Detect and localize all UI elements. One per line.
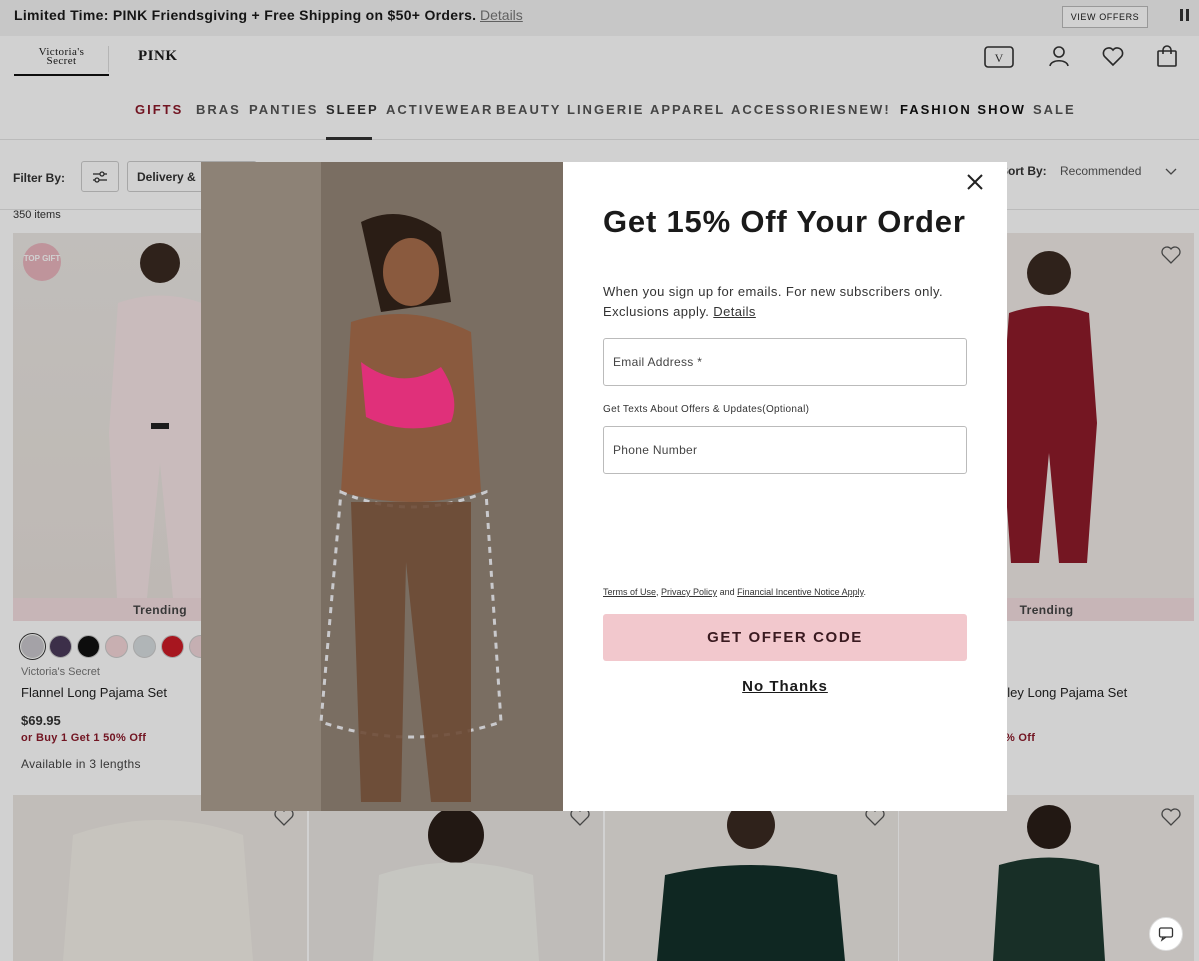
chat-button[interactable] bbox=[1149, 917, 1183, 951]
financial-incentive-link[interactable]: Financial Incentive Notice Apply bbox=[737, 587, 863, 597]
legal-links: Terms of Use, Privacy Policy and Financi… bbox=[603, 587, 867, 597]
model-photo-illustration bbox=[201, 162, 563, 811]
phone-field[interactable]: Phone Number bbox=[603, 426, 967, 474]
modal-subtitle-text: When you sign up for emails. For new sub… bbox=[603, 284, 943, 319]
email-signup-modal: Get 15% Off Your Order When you sign up … bbox=[201, 162, 1007, 811]
modal-details-link[interactable]: Details bbox=[713, 304, 756, 319]
privacy-policy-link[interactable]: Privacy Policy bbox=[661, 587, 717, 597]
modal-title: Get 15% Off Your Order bbox=[603, 204, 966, 239]
modal-subtitle: When you sign up for emails. For new sub… bbox=[603, 282, 967, 322]
get-offer-code-button[interactable]: GET OFFER CODE bbox=[603, 614, 967, 661]
close-icon[interactable] bbox=[963, 170, 987, 194]
legal-and: and bbox=[719, 587, 735, 597]
modal-form: Get 15% Off Your Order When you sign up … bbox=[603, 162, 967, 811]
chat-icon bbox=[1158, 927, 1174, 942]
texts-label: Get Texts About Offers & Updates(Optiona… bbox=[603, 404, 810, 415]
modal-promo-image bbox=[201, 162, 563, 811]
email-field[interactable]: Email Address * bbox=[603, 338, 967, 386]
terms-of-use-link[interactable]: Terms of Use bbox=[603, 587, 656, 597]
no-thanks-button[interactable]: No Thanks bbox=[603, 678, 967, 695]
